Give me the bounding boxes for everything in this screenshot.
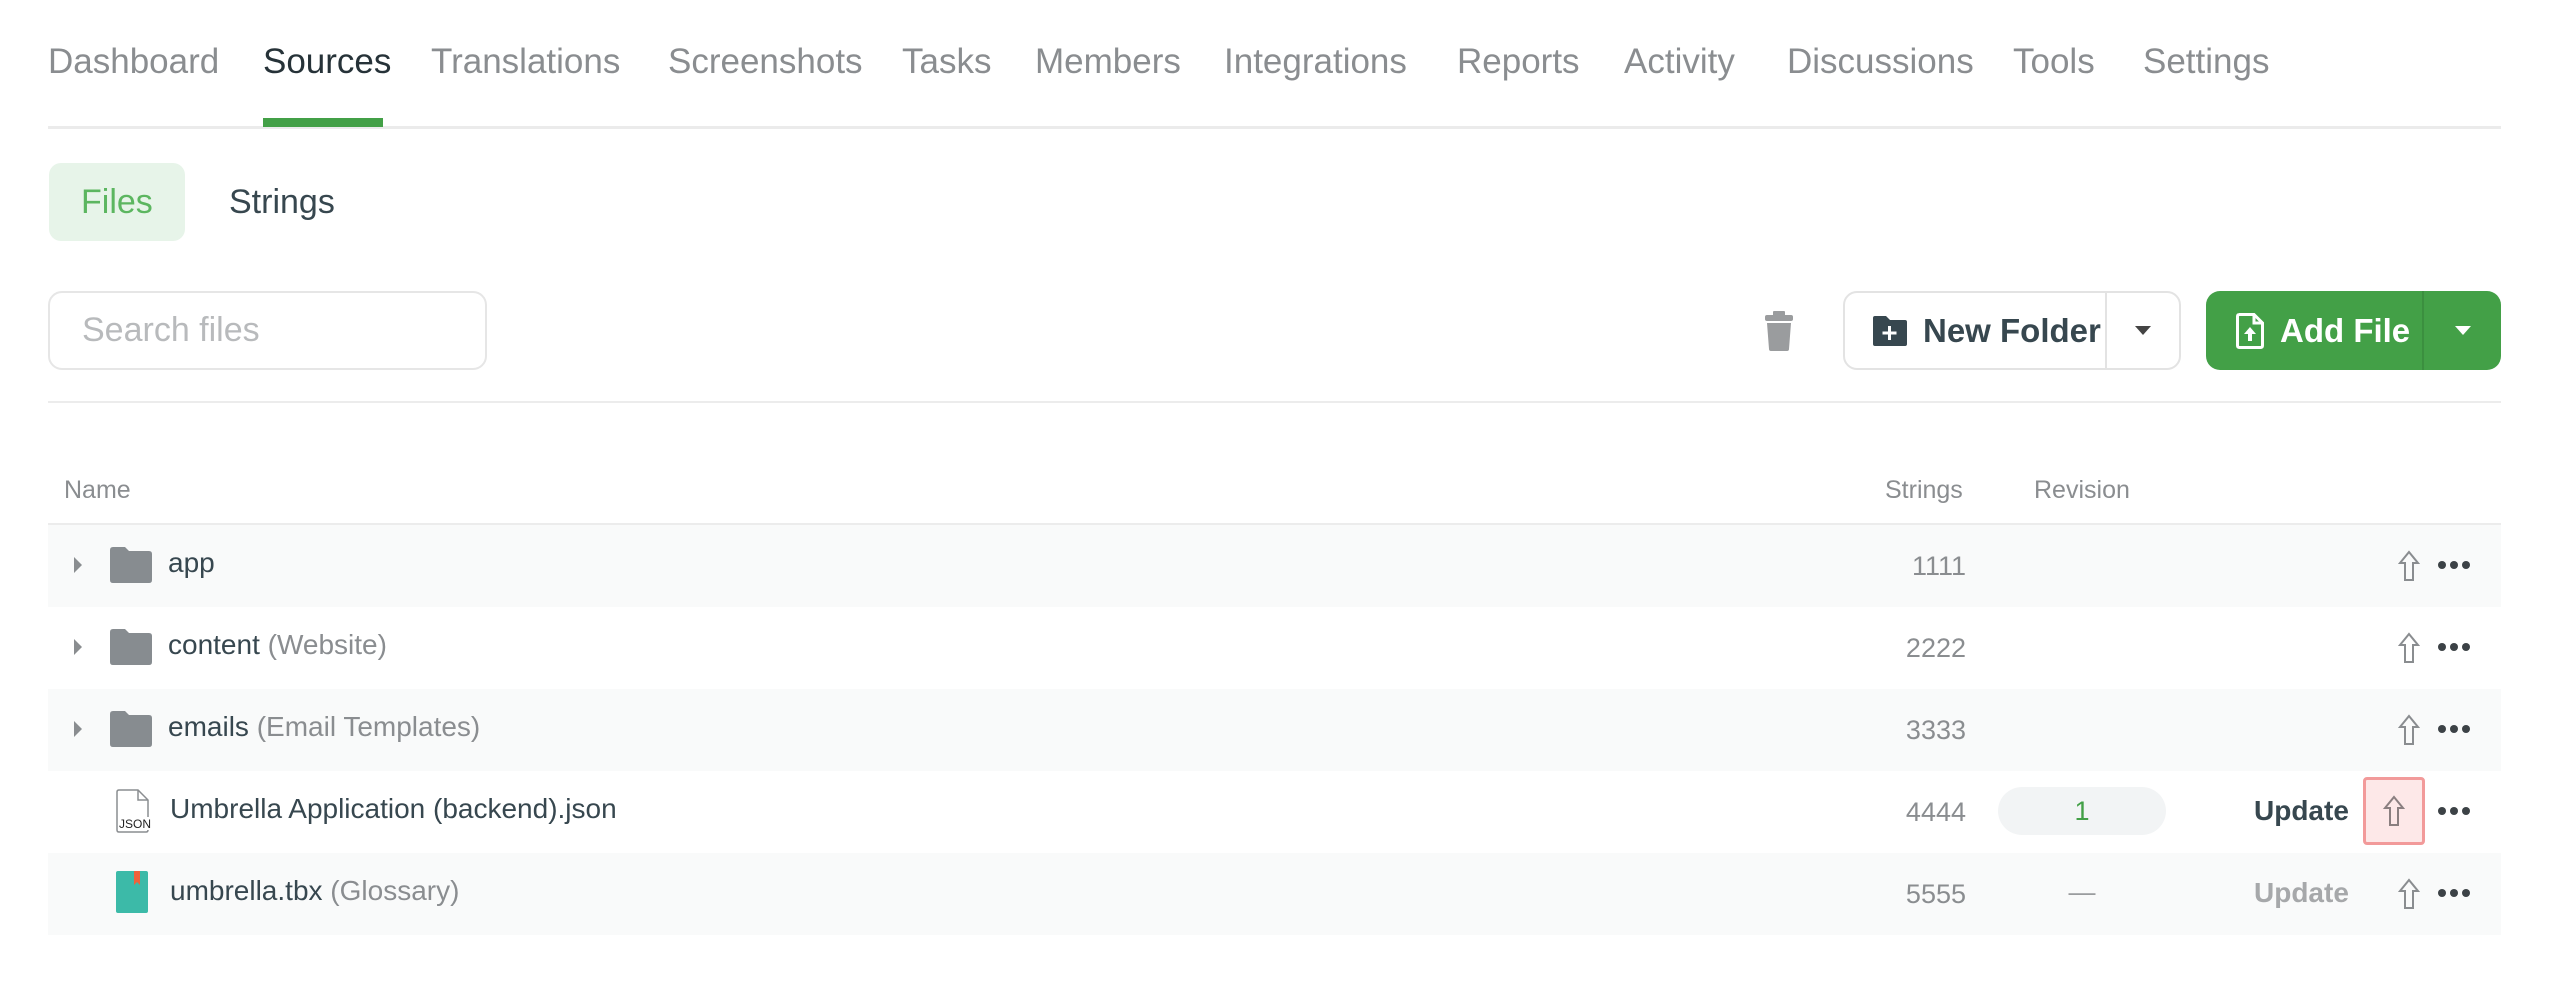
strings-count: 4444 bbox=[1905, 797, 1966, 827]
add-file-button[interactable]: Add File bbox=[2206, 291, 2424, 370]
expand-chevron-icon[interactable] bbox=[74, 639, 82, 655]
toolbar-divider bbox=[48, 401, 2501, 403]
add-file-dropdown[interactable] bbox=[2424, 291, 2501, 370]
folder-name[interactable]: content (Website) bbox=[168, 629, 387, 661]
folder-name-text: app bbox=[168, 547, 215, 578]
table-row[interactable]: emails (Email Templates) 3333 bbox=[48, 689, 2501, 771]
glossary-book-icon bbox=[116, 871, 148, 918]
new-folder-label: New Folder bbox=[1923, 311, 2101, 349]
more-options-icon[interactable] bbox=[2434, 875, 2474, 911]
strings-count: 3333 bbox=[1905, 715, 1966, 745]
expand-chevron-icon[interactable] bbox=[74, 721, 82, 737]
new-folder-button[interactable]: New Folder bbox=[1845, 293, 2107, 368]
table-row[interactable]: app 1111 bbox=[48, 525, 2501, 607]
tab-members[interactable]: Members bbox=[1035, 42, 1181, 82]
tab-reports[interactable]: Reports bbox=[1457, 42, 1580, 82]
update-button: Update bbox=[2254, 877, 2349, 908]
revision-badge[interactable]: 1 bbox=[1998, 787, 2166, 835]
files-table-header: Name Strings Revision bbox=[48, 460, 2501, 525]
active-tab-indicator bbox=[263, 118, 383, 127]
more-options-icon[interactable] bbox=[2434, 711, 2474, 747]
subtab-files[interactable]: Files bbox=[49, 163, 185, 241]
svg-text:JSON: JSON bbox=[119, 817, 151, 831]
folder-title: (Website) bbox=[267, 629, 387, 660]
subtab-strings[interactable]: Strings bbox=[197, 163, 367, 241]
upload-icon[interactable] bbox=[2388, 707, 2430, 753]
tab-tasks[interactable]: Tasks bbox=[902, 42, 991, 82]
strings-count: 1111 bbox=[1911, 551, 1966, 581]
file-name[interactable]: Umbrella Application (backend).json bbox=[170, 793, 617, 825]
upload-icon[interactable] bbox=[2388, 543, 2430, 589]
folder-icon bbox=[110, 547, 152, 588]
more-options-icon[interactable] bbox=[2434, 629, 2474, 665]
more-options-icon[interactable] bbox=[2434, 793, 2474, 829]
tab-dashboard[interactable]: Dashboard bbox=[48, 42, 219, 82]
add-file-button-group: Add File bbox=[2206, 291, 2501, 370]
folder-name[interactable]: app bbox=[168, 547, 215, 579]
tab-activity[interactable]: Activity bbox=[1624, 42, 1735, 82]
folder-name[interactable]: emails (Email Templates) bbox=[168, 711, 480, 743]
revision-empty: — bbox=[2068, 877, 2096, 907]
table-row[interactable]: umbrella.tbx (Glossary) 5555 — Update bbox=[48, 853, 2501, 935]
strings-count: 5555 bbox=[1905, 879, 1966, 909]
new-folder-dropdown[interactable] bbox=[2107, 293, 2179, 368]
upload-icon[interactable] bbox=[2388, 625, 2430, 671]
tab-translations[interactable]: Translations bbox=[431, 42, 620, 82]
caret-down-icon bbox=[2135, 326, 2151, 335]
strings-count: 2222 bbox=[1905, 633, 1966, 663]
more-options-icon[interactable] bbox=[2434, 547, 2474, 583]
project-nav: Dashboard Sources Translations Screensho… bbox=[48, 0, 2501, 129]
tab-settings[interactable]: Settings bbox=[2143, 42, 2269, 82]
table-row[interactable]: content (Website) 2222 bbox=[48, 607, 2501, 689]
expand-chevron-icon[interactable] bbox=[74, 557, 82, 573]
file-name-text: umbrella.tbx bbox=[170, 875, 323, 906]
folder-name-text: content bbox=[168, 629, 260, 660]
upload-icon[interactable] bbox=[2363, 777, 2425, 845]
folder-icon bbox=[110, 711, 152, 752]
trash-icon[interactable] bbox=[1764, 311, 1794, 351]
column-header-name[interactable]: Name bbox=[64, 476, 131, 505]
folder-title: (Email Templates) bbox=[256, 711, 481, 742]
folder-plus-icon bbox=[1873, 315, 1907, 346]
json-file-icon: JSON bbox=[116, 789, 156, 838]
caret-down-icon bbox=[2454, 326, 2471, 335]
folder-name-text: emails bbox=[168, 711, 249, 742]
tab-discussions[interactable]: Discussions bbox=[1787, 42, 1974, 82]
file-title: (Glossary) bbox=[330, 875, 460, 906]
new-folder-button-group: New Folder bbox=[1843, 291, 2181, 370]
update-button[interactable]: Update bbox=[2254, 795, 2349, 827]
tab-integrations[interactable]: Integrations bbox=[1224, 42, 1407, 82]
table-row[interactable]: JSON Umbrella Application (backend).json… bbox=[48, 771, 2501, 853]
search-files-input[interactable] bbox=[48, 291, 487, 370]
column-header-revision[interactable]: Revision bbox=[2034, 476, 2130, 505]
tab-sources[interactable]: Sources bbox=[263, 42, 391, 82]
column-header-strings[interactable]: Strings bbox=[1885, 476, 1963, 505]
folder-icon bbox=[110, 629, 152, 670]
tab-tools[interactable]: Tools bbox=[2013, 42, 2095, 82]
tab-screenshots[interactable]: Screenshots bbox=[668, 42, 863, 82]
upload-icon[interactable] bbox=[2388, 871, 2430, 917]
file-name[interactable]: umbrella.tbx (Glossary) bbox=[170, 875, 459, 907]
add-file-label: Add File bbox=[2280, 311, 2411, 349]
file-upload-icon bbox=[2236, 312, 2264, 349]
